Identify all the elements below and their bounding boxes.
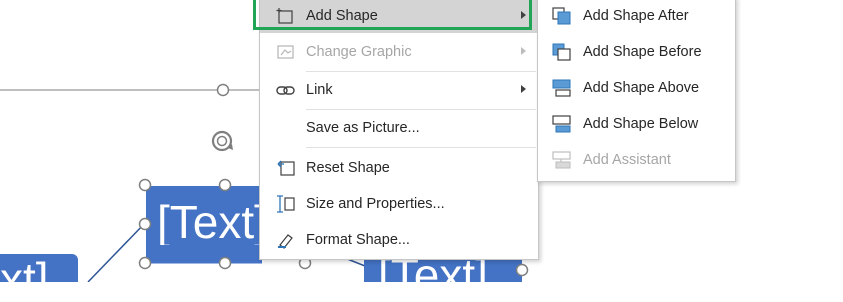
add-shape-below-icon	[552, 115, 572, 133]
add-shape-above-icon	[552, 79, 572, 97]
menu-item-label: Add Shape Below	[583, 116, 699, 132]
menu-item-label: Change Graphic	[306, 44, 412, 60]
menu-item-label: Reset Shape	[306, 160, 390, 176]
submenu-arrow-icon	[521, 85, 526, 93]
submenu-arrow-icon	[521, 47, 526, 55]
menu-item-add-assistant[interactable]: Add Assistant	[538, 143, 735, 177]
connector-diagonal	[87, 221, 147, 282]
menu-item-label: Add Shape Before	[583, 44, 702, 60]
size-properties-icon	[276, 195, 296, 213]
selected-shape-text[interactable]: [Text]	[157, 199, 260, 245]
menu-separator	[306, 71, 536, 72]
menu-item-change-graphic[interactable]: Change Graphic	[260, 35, 538, 69]
rotate-handle-icon[interactable]	[211, 130, 233, 152]
menu-item-link[interactable]: Link	[260, 73, 538, 107]
selection-handle[interactable]	[218, 256, 232, 270]
selection-handle[interactable]	[216, 83, 230, 97]
reset-shape-icon	[276, 159, 296, 177]
selection-handle[interactable]	[138, 256, 152, 270]
menu-item-label: Save as Picture...	[306, 120, 420, 136]
menu-item-reset-shape[interactable]: Reset Shape	[260, 151, 538, 185]
partial-shape-text[interactable]: xt]	[0, 256, 76, 302]
menu-item-label: Add Shape Above	[583, 80, 700, 96]
menu-item-add-shape-below[interactable]: Add Shape Below	[538, 107, 735, 141]
menu-item-label: Size and Properties...	[306, 196, 445, 212]
menu-item-size-and-properties[interactable]: Size and Properties...	[260, 187, 538, 221]
add-shape-after-icon	[552, 7, 572, 25]
menu-item-label: Add Assistant	[583, 152, 671, 168]
change-graphic-icon	[276, 43, 296, 61]
menu-item-label: Add Shape After	[583, 8, 689, 24]
menu-item-label: Link	[306, 82, 333, 98]
selection-handle[interactable]	[138, 178, 152, 192]
selection-handle[interactable]	[138, 217, 152, 231]
link-icon	[276, 81, 296, 99]
add-shape-submenu: Add Shape After Add Shape Before Add Sha…	[537, 0, 736, 182]
menu-separator	[306, 109, 536, 110]
context-menu: Add Shape Change Graphic Link Save as Pi…	[259, 0, 539, 260]
format-shape-icon	[276, 231, 296, 249]
add-assistant-icon	[552, 151, 572, 169]
menu-item-label: Format Shape...	[306, 232, 410, 248]
menu-item-add-shape-before[interactable]: Add Shape Before	[538, 35, 735, 69]
menu-item-format-shape[interactable]: Format Shape...	[260, 223, 538, 257]
highlight-box	[253, 0, 532, 30]
menu-item-add-shape-above[interactable]: Add Shape Above	[538, 71, 735, 105]
menu-item-add-shape-after[interactable]: Add Shape After	[538, 0, 735, 33]
menu-separator	[306, 147, 536, 148]
menu-item-save-as-picture[interactable]: Save as Picture...	[260, 111, 538, 145]
selection-handle[interactable]	[218, 178, 232, 192]
add-shape-before-icon	[552, 43, 572, 61]
